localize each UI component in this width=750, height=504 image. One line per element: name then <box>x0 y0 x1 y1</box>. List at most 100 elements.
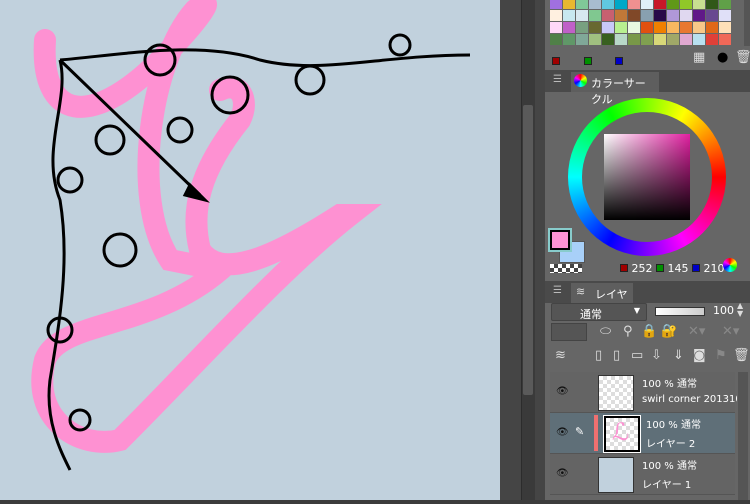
layer-stack-icon: ≋ <box>555 348 566 363</box>
palette-swatch[interactable] <box>706 22 718 33</box>
palette-fill-icon[interactable]: ▦ <box>693 50 705 65</box>
palette-swatch[interactable] <box>615 0 627 9</box>
palette-swatch[interactable] <box>602 34 614 45</box>
palette-swatch[interactable] <box>654 0 666 9</box>
opacity-slider[interactable] <box>655 307 705 316</box>
palette-swatch[interactable] <box>641 22 653 33</box>
palette-swatch[interactable] <box>615 22 627 33</box>
palette-swatch[interactable] <box>589 10 601 21</box>
palette-swatch[interactable] <box>576 34 588 45</box>
palette-swatch[interactable] <box>706 10 718 21</box>
new-vector-layer-icon[interactable]: ▯ <box>613 348 620 363</box>
palette-swatch[interactable] <box>693 10 705 21</box>
palette-swatch[interactable] <box>641 10 653 21</box>
color-circle[interactable] <box>568 98 726 256</box>
palette-swatch[interactable] <box>576 0 588 9</box>
palette-swatch[interactable] <box>667 0 679 9</box>
eye-icon[interactable]: 👁 <box>556 386 569 397</box>
palette-swatch[interactable] <box>563 10 575 21</box>
palette-swatch[interactable] <box>602 22 614 33</box>
add-color-icon[interactable]: ● <box>717 50 728 65</box>
palette-swatch[interactable] <box>667 22 679 33</box>
palette-swatch[interactable] <box>550 0 562 9</box>
palette-swatch[interactable] <box>576 10 588 21</box>
layer-mask-icon[interactable]: ◙ <box>693 348 706 363</box>
palette-swatch[interactable] <box>641 34 653 45</box>
chevron-down-icon: ▼ <box>633 306 640 315</box>
menu-icon[interactable]: ☰ <box>553 285 562 296</box>
palette-swatch[interactable] <box>693 0 705 9</box>
lock-transparent-icon[interactable]: 🔐 <box>661 324 677 339</box>
layer-tab-bar: レイヤー ☰ ≋ <box>545 281 750 317</box>
palette-scrollbar[interactable] <box>744 0 750 46</box>
palette-swatch[interactable] <box>719 22 731 33</box>
palette-swatch[interactable] <box>654 34 666 45</box>
merge-down-icon[interactable]: ⇓ <box>673 348 684 363</box>
layer-name: swirl corner 201310 <box>642 394 737 405</box>
new-raster-layer-icon[interactable]: ▯ <box>595 348 602 363</box>
palette-swatch[interactable] <box>628 10 640 21</box>
palette-swatch[interactable] <box>667 34 679 45</box>
eye-icon[interactable]: 👁 <box>556 468 569 479</box>
palette-swatch[interactable] <box>563 0 575 9</box>
palette-swatch[interactable] <box>680 22 692 33</box>
main-color[interactable] <box>548 228 572 252</box>
palette-swatch[interactable] <box>719 0 731 9</box>
palette-swatch[interactable] <box>576 22 588 33</box>
menu-icon[interactable]: ☰ <box>553 74 562 85</box>
palette-swatch[interactable] <box>550 10 562 21</box>
palette-swatch[interactable] <box>550 22 562 33</box>
palette-swatch[interactable] <box>693 22 705 33</box>
layer-row[interactable]: 👁 100 % 通常 swirl corner 201310 <box>550 372 737 413</box>
trash-icon[interactable]: 🗑 <box>735 50 750 65</box>
palette-swatch[interactable] <box>563 22 575 33</box>
palette-swatch[interactable] <box>589 22 601 33</box>
palette-swatch[interactable] <box>680 34 692 45</box>
clip-icon[interactable]: ⬭ <box>600 324 611 339</box>
scrollbar-thumb[interactable] <box>523 105 533 395</box>
palette-swatch[interactable] <box>602 10 614 21</box>
layer-row-selected[interactable]: 👁 ✎ ℒ 100 % 通常 レイヤー 2 <box>550 413 735 454</box>
layer-opacity-mode: 100 % 通常 <box>642 461 697 472</box>
palette-swatch[interactable] <box>628 0 640 9</box>
palette-swatch[interactable] <box>680 10 692 21</box>
reference-icon[interactable]: ⚲ <box>623 324 633 339</box>
palette-swatch[interactable] <box>615 34 627 45</box>
palette-swatch[interactable] <box>602 0 614 9</box>
palette-swatch[interactable] <box>680 0 692 9</box>
palette-swatch[interactable] <box>654 22 666 33</box>
palette-swatch[interactable] <box>628 34 640 45</box>
palette-swatch[interactable] <box>719 10 731 21</box>
eye-icon[interactable]: 👁 <box>556 427 569 438</box>
palette-swatch[interactable] <box>615 10 627 21</box>
opacity-value[interactable]: 100 <box>713 304 734 317</box>
saturation-value-square[interactable] <box>604 134 690 220</box>
blue-value: 210 <box>703 262 725 275</box>
delete-layer-icon[interactable]: 🗑 <box>733 348 750 363</box>
color-settings-icon[interactable] <box>723 258 737 272</box>
color-palette[interactable] <box>550 0 731 45</box>
palette-swatch[interactable] <box>706 34 718 45</box>
new-folder-icon[interactable]: ▭ <box>631 348 643 363</box>
layer-name: レイヤー 2 <box>646 439 696 450</box>
palette-swatch[interactable] <box>550 34 562 45</box>
transfer-down-icon[interactable]: ⇩ <box>651 348 662 363</box>
palette-swatch[interactable] <box>563 34 575 45</box>
blend-mode-select[interactable]: 通常 ▼ <box>551 303 647 321</box>
palette-swatch[interactable] <box>628 22 640 33</box>
palette-swatch[interactable] <box>654 10 666 21</box>
palette-swatch[interactable] <box>706 0 718 9</box>
palette-swatch[interactable] <box>589 34 601 45</box>
transparent-color[interactable] <box>550 264 582 273</box>
palette-swatch[interactable] <box>693 34 705 45</box>
layer-color-button[interactable] <box>551 323 587 341</box>
drawing-canvas[interactable] <box>0 0 500 500</box>
palette-swatch[interactable] <box>667 10 679 21</box>
palette-swatch[interactable] <box>641 0 653 9</box>
palette-swatch[interactable] <box>719 34 731 45</box>
opacity-stepper[interactable]: ▲ ▼ <box>737 302 743 318</box>
layer-row[interactable]: 👁 100 % 通常 レイヤー 1 <box>550 454 735 495</box>
layer-list-scrollbar[interactable] <box>738 372 748 500</box>
palette-swatch[interactable] <box>589 0 601 9</box>
lock-icon[interactable]: 🔒 <box>641 324 657 339</box>
